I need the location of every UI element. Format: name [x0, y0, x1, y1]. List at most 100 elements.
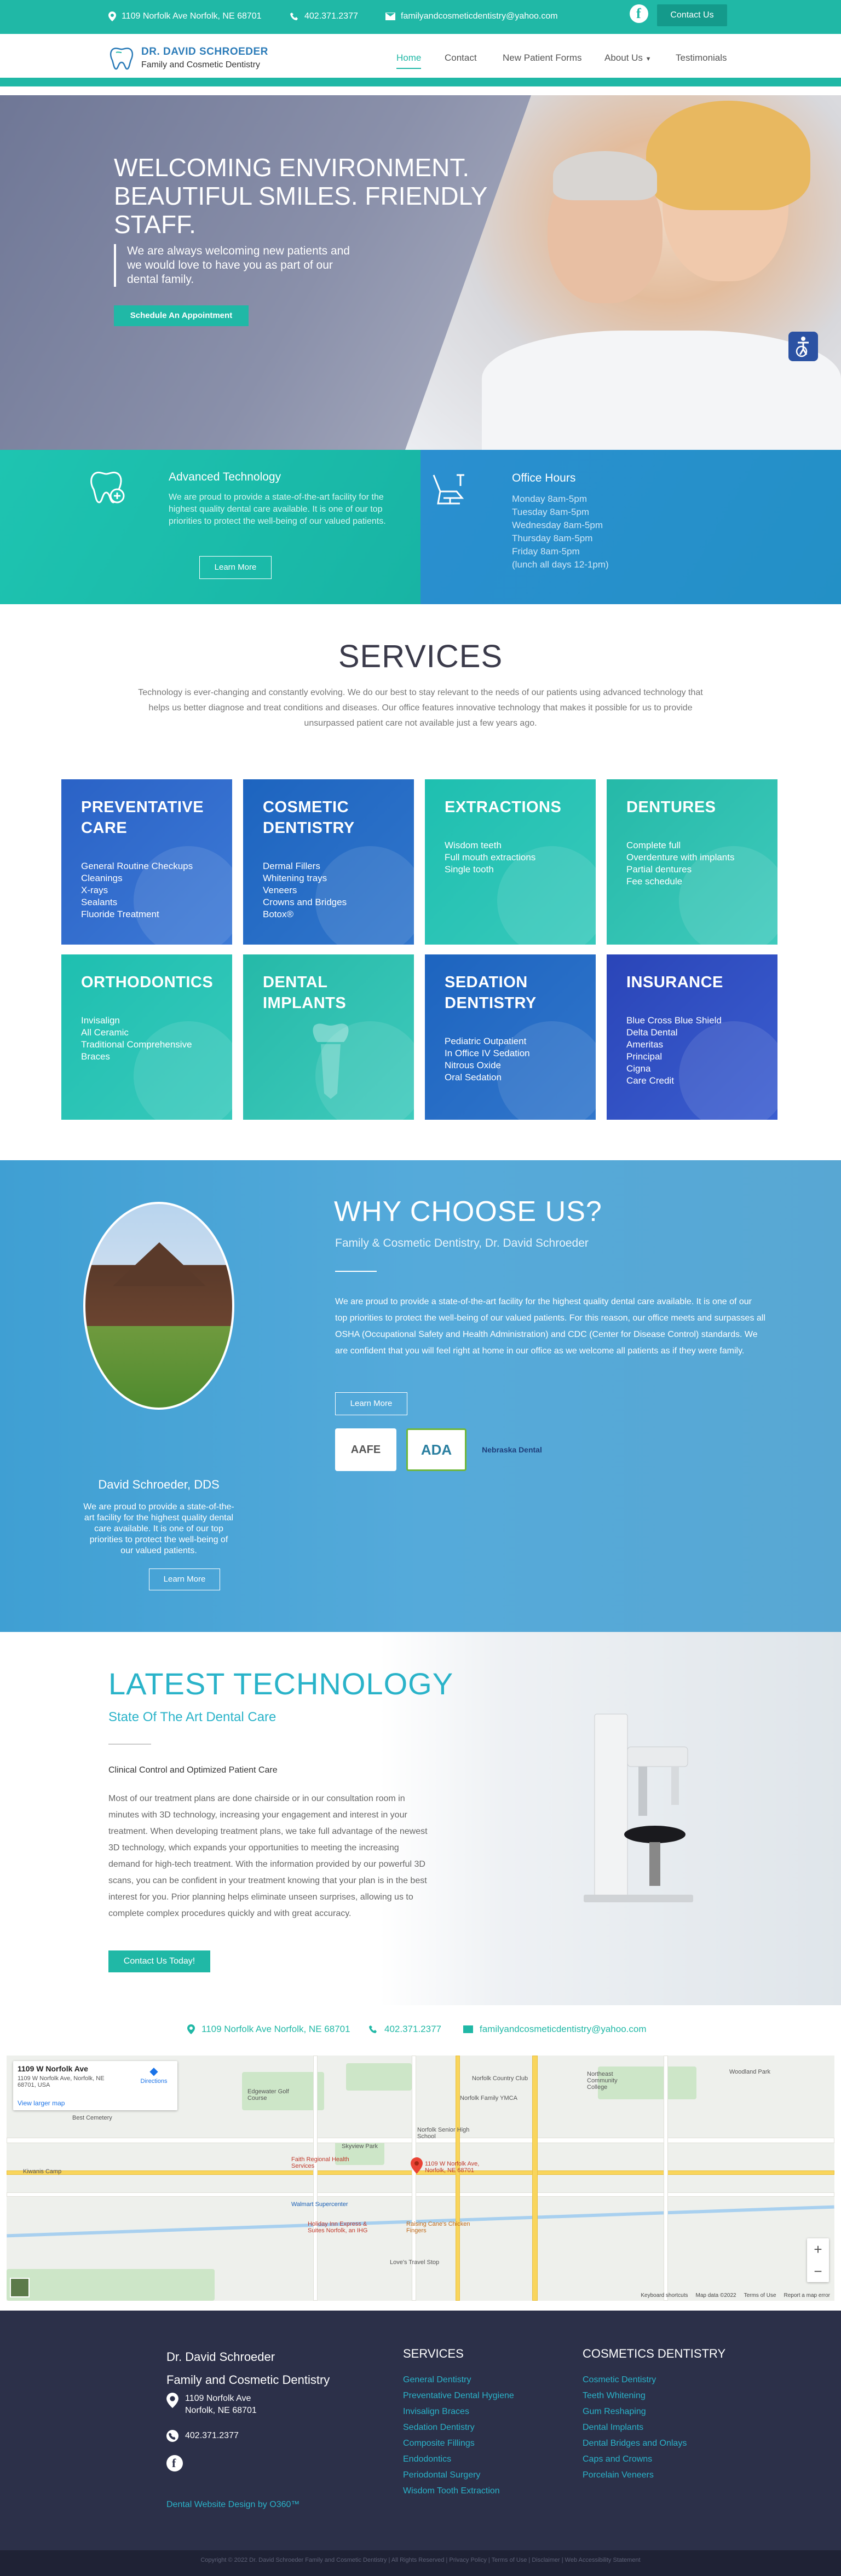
map-marker-icon[interactable] — [411, 2157, 423, 2174]
top-email-text: familyandcosmeticdentistry@yahoo.com — [401, 11, 558, 21]
footer-cosmetic-link[interactable]: Teeth Whitening — [583, 2388, 687, 2404]
tooth-logo-icon[interactable] — [107, 45, 136, 73]
map-footer-link[interactable]: Terms of Use — [744, 2293, 776, 2299]
service-card-preventative[interactable]: PREVENTATIVE CARE General Routine Checku… — [61, 779, 232, 945]
footer-service-link[interactable]: Wisdom Tooth Extraction — [403, 2483, 514, 2499]
map-footer-link[interactable]: Keyboard shortcuts — [641, 2293, 688, 2299]
footer-cosmetic-link[interactable]: Dental Implants — [583, 2419, 687, 2435]
top-email[interactable]: familyandcosmeticdentistry@yahoo.com — [385, 11, 558, 21]
email-text: familyandcosmeticdentistry@yahoo.com — [480, 2024, 647, 2034]
footer-service-link[interactable]: General Dentistry — [403, 2372, 514, 2388]
footer-service-link[interactable]: Sedation Dentistry — [403, 2419, 514, 2435]
map-place-label: Walmart Supercenter — [291, 2201, 348, 2208]
contact-us-button[interactable]: Contact Us — [657, 4, 727, 26]
service-card-implants[interactable]: DENTAL IMPLANTS — [243, 954, 414, 1120]
service-card-title: DENTURES — [626, 798, 716, 816]
hero-tagline: We are always welcoming new patients and… — [114, 244, 366, 287]
footer-service-link[interactable]: Preventative Dental Hygiene — [403, 2388, 514, 2404]
zoom-out-button[interactable]: − — [807, 2260, 829, 2282]
nav-contact[interactable]: Contact — [445, 53, 477, 63]
technology-learn-more-button[interactable]: Learn More — [199, 556, 272, 579]
aafe-badge: AAFE — [335, 1428, 396, 1471]
map-road — [532, 2056, 538, 2301]
footer-service-link[interactable]: Endodontics — [403, 2451, 514, 2467]
service-item: Braces — [81, 1051, 110, 1062]
map-footer-link[interactable]: Report a map error — [784, 2293, 830, 2299]
tech-title: LATEST TECHNOLOGY — [108, 1666, 454, 1701]
nav-testimonials[interactable]: Testimonials — [676, 53, 727, 63]
doctor-learn-more-button[interactable]: Learn More — [149, 1568, 220, 1590]
footer-cosmetic-link[interactable]: Porcelain Veneers — [583, 2467, 687, 2483]
nav-new-patient-forms[interactable]: New Patient Forms — [503, 53, 582, 63]
directions-link[interactable]: ◆ Directions — [136, 2064, 172, 2085]
map-satellite-toggle[interactable] — [10, 2278, 30, 2297]
footer-address[interactable]: 1109 Norfolk Ave Norfolk, NE 68701 — [166, 2393, 257, 2417]
service-card-insurance[interactable]: INSURANCE Blue Cross Blue Shield Delta D… — [607, 954, 777, 1120]
zoom-in-button[interactable]: + — [807, 2238, 829, 2260]
service-item: Cigna — [626, 1063, 651, 1074]
service-item: Overdenture with implants — [626, 852, 735, 862]
service-item: Wisdom teeth — [445, 840, 502, 850]
map-info-card: 1109 W Norfolk Ave 1109 W Norfolk Ave, N… — [13, 2061, 177, 2110]
map-card-title: 1109 W Norfolk Ave — [18, 2064, 88, 2073]
service-card-orthodontics[interactable]: ORTHODONTICS Invisalign All Ceramic Trad… — [61, 954, 232, 1120]
divider — [335, 1271, 377, 1272]
service-card-dentures[interactable]: DENTURES Complete full Overdenture with … — [607, 779, 777, 945]
footer-service-link[interactable]: Periodontal Surgery — [403, 2467, 514, 2483]
footer-cosmetic-link[interactable]: Gum Reshaping — [583, 2404, 687, 2419]
service-item: Cleanings — [81, 873, 123, 883]
footer-cosmetic-link[interactable]: Cosmetic Dentistry — [583, 2372, 687, 2388]
why-learn-more-button[interactable]: Learn More — [335, 1392, 407, 1415]
map-pin-icon — [187, 2024, 195, 2034]
hero-headline: WELCOMING ENVIRONMENT. BEAUTIFUL SMILES.… — [114, 153, 487, 239]
footer-phone[interactable]: 402.371.2377 — [166, 2430, 239, 2442]
service-card-sedation[interactable]: SEDATION DENTISTRY Pediatric Outpatient … — [425, 954, 596, 1120]
service-item: Whitening trays — [263, 873, 327, 883]
facebook-icon[interactable]: f — [166, 2455, 183, 2471]
why-text: We are proud to provide a state-of-the-a… — [335, 1297, 765, 1356]
service-card-title: SEDATION DENTISTRY — [445, 974, 537, 1012]
schedule-appointment-button[interactable]: Schedule An Appointment — [114, 305, 249, 326]
footer-address-link[interactable]: 1109 Norfolk Ave Norfolk, NE 68701 — [187, 2024, 350, 2035]
map-footer: Keyboard shortcuts Map data ©2022 Terms … — [641, 2293, 830, 2299]
advanced-technology-title: Advanced Technology — [169, 471, 281, 483]
logo-title[interactable]: DR. DAVID SCHROEDER — [141, 46, 268, 58]
service-item: Crowns and Bridges — [263, 897, 347, 907]
top-address[interactable]: 1109 Norfolk Ave Norfolk, NE 68701 — [108, 11, 262, 21]
contact-us-today-button[interactable]: Contact Us Today! — [108, 1950, 210, 1972]
map-place-label: Edgewater Golf Course — [247, 2088, 289, 2102]
nav-about-us[interactable]: About Us ▼ — [604, 53, 652, 63]
map-place-label: Raising Cane's Chicken Fingers — [406, 2221, 470, 2234]
view-larger-map-link[interactable]: View larger map — [18, 2099, 65, 2107]
service-item: Full mouth extractions — [445, 852, 536, 862]
footer-credit-link[interactable]: Dental Website Design by O360™ — [166, 2500, 299, 2510]
google-map[interactable]: 1109 W Norfolk Ave 1109 W Norfolk Ave, N… — [7, 2056, 834, 2301]
service-card-cosmetic[interactable]: COSMETIC DENTISTRY Dermal Fillers Whiten… — [243, 779, 414, 945]
map-pin-icon — [166, 2393, 178, 2408]
footer-cosmetic-link[interactable]: Dental Bridges and Onlays — [583, 2435, 687, 2451]
service-item: Fee schedule — [626, 876, 683, 887]
facebook-icon[interactable]: f — [630, 4, 648, 23]
footer-cosmetic-link[interactable]: Caps and Crowns — [583, 2451, 687, 2467]
doctor-name: David Schroeder, DDS — [98, 1478, 220, 1491]
nebraska-dental-badge: Nebraska Dental — [482, 1445, 542, 1454]
service-card-title: DENTAL IMPLANTS — [263, 974, 347, 1012]
footer-phone-link[interactable]: 402.371.2377 — [369, 2024, 441, 2035]
accessibility-icon[interactable] — [788, 332, 818, 361]
phone-text: 402.371.2377 — [384, 2024, 441, 2034]
service-card-title: EXTRACTIONS — [445, 798, 562, 816]
directions-label: Directions — [140, 2078, 168, 2085]
advanced-technology-panel: Advanced Technology We are proud to prov… — [0, 450, 420, 604]
logo-subtitle: Family and Cosmetic Dentistry — [141, 60, 260, 70]
hours-item: (lunch all days 12-1pm) — [512, 559, 609, 570]
office-hours-panel: Office Hours Monday 8am-5pm Tuesday 8am-… — [420, 450, 841, 604]
service-card-title: ORTHODONTICS — [81, 974, 214, 991]
footer-service-link[interactable]: Invisalign Braces — [403, 2404, 514, 2419]
footer-service-link[interactable]: Composite Fillings — [403, 2435, 514, 2451]
tech-text: Most of our treatment plans are done cha… — [108, 1794, 428, 1918]
hours-item: Wednesday 8am-5pm — [512, 520, 603, 530]
footer-email-link[interactable]: familyandcosmeticdentistry@yahoo.com — [463, 2024, 647, 2035]
nav-home[interactable]: Home — [396, 53, 422, 69]
service-card-extractions[interactable]: EXTRACTIONS Wisdom teeth Full mouth extr… — [425, 779, 596, 945]
top-phone[interactable]: 402.371.2377 — [290, 11, 358, 21]
